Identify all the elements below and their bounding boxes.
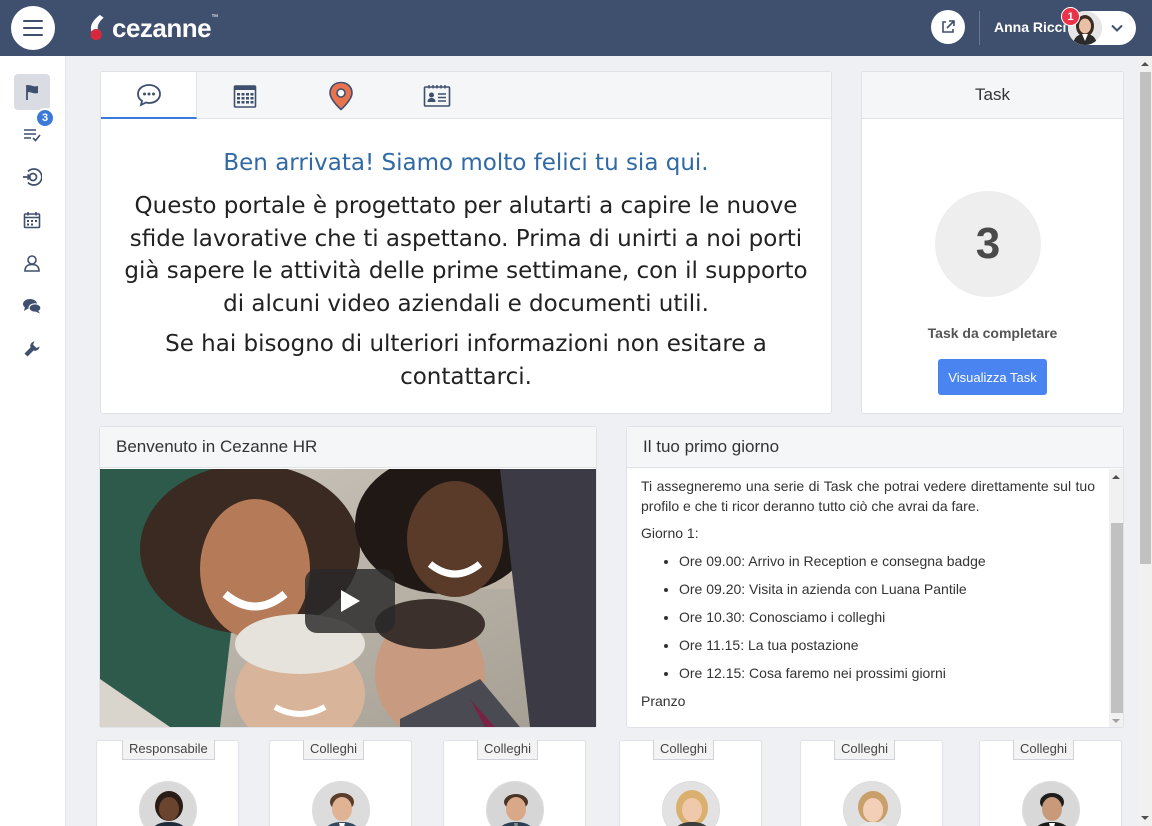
- first-day-card-header: Il tuo primo giorno: [627, 427, 1123, 468]
- chat-icon: [23, 299, 42, 314]
- task-card: Task 3 Task da completare Visualizza Tas…: [861, 71, 1124, 414]
- task-count-label: Task da completare: [927, 325, 1058, 341]
- flag-icon: [26, 85, 38, 100]
- schedule-item: Ore 11.15: La tua postazione: [679, 636, 1095, 656]
- person-role-tag: Colleghi: [653, 740, 714, 760]
- sidebar-item-onboarding[interactable]: [14, 159, 50, 195]
- first-day-intro: Ti assegneremo una serie di Task che pot…: [641, 478, 1095, 514]
- person-card-responsabile[interactable]: Responsabile: [96, 740, 239, 826]
- person-role-tag: Colleghi: [834, 740, 895, 760]
- person-card-colleague[interactable]: Colleghi: [269, 740, 412, 826]
- video-play-button[interactable]: [305, 569, 395, 633]
- task-list-icon: [24, 129, 41, 142]
- person-avatar: [486, 781, 544, 826]
- person-role-tag: Responsabile: [122, 740, 215, 760]
- tab-contacts[interactable]: [389, 72, 485, 119]
- sidebar: 3: [0, 56, 66, 826]
- play-icon: [341, 590, 360, 612]
- external-link-button[interactable]: [931, 10, 965, 44]
- user-name[interactable]: Anna Ricci: [994, 19, 1066, 35]
- contact-card-icon: [423, 84, 451, 107]
- sidebar-item-home[interactable]: [14, 74, 50, 110]
- hamburger-menu-button[interactable]: [11, 6, 55, 50]
- task-count: 3: [935, 191, 1041, 297]
- person-role-tag: Colleghi: [303, 740, 364, 760]
- person-avatar: [312, 781, 370, 826]
- page-scroll-up-icon[interactable]: [1140, 60, 1150, 68]
- person-avatar: [843, 781, 901, 826]
- person-role-tag: Colleghi: [1013, 740, 1074, 760]
- task-card-header: Task: [862, 72, 1123, 119]
- cezanne-logo[interactable]: cezanne ™: [86, 10, 218, 46]
- schedule-item: Ore 12.15: Cosa faremo nei prossimi gior…: [679, 664, 1095, 684]
- page-scroll-down-icon[interactable]: [1140, 814, 1150, 822]
- logo-mark-icon: [90, 14, 104, 41]
- calendar-icon: [23, 212, 41, 229]
- tasks-count-badge: 3: [35, 108, 55, 128]
- location-pin-icon: [329, 81, 353, 111]
- person-role-tag: Colleghi: [477, 740, 538, 760]
- schedule-item: Ore 10.30: Conosciamo i colleghi: [679, 608, 1095, 628]
- sidebar-item-settings[interactable]: [14, 331, 50, 367]
- welcome-tabs: [101, 72, 831, 119]
- logo-trademark: ™: [211, 14, 219, 21]
- page-scroll-thumb[interactable]: [1140, 72, 1151, 564]
- sidebar-item-profile[interactable]: [14, 245, 50, 281]
- person-card-colleague[interactable]: Colleghi: [979, 740, 1122, 826]
- chevron-down-icon[interactable]: [1109, 20, 1125, 36]
- topbar-divider: [979, 11, 980, 45]
- schedule-item: Ore 09.20: Visita in azienda con Luana P…: [679, 580, 1095, 600]
- person-card-colleague[interactable]: Colleghi: [619, 740, 762, 826]
- person-avatar: [139, 781, 197, 826]
- first-day-after: Pranzo: [641, 692, 686, 709]
- schedule-item: Ore 09.00: Arrivo in Reception e consegn…: [679, 552, 1095, 572]
- person-icon: [24, 255, 40, 272]
- welcome-title: Ben arrivata! Siamo molto felici tu sia …: [223, 150, 709, 176]
- person-avatar: [662, 781, 720, 826]
- sidebar-item-calendar[interactable]: [14, 202, 50, 238]
- external-link-icon: [942, 20, 955, 33]
- tab-messages[interactable]: [101, 72, 197, 119]
- first-day-schedule: Ore 09.00: Arrivo in Reception e consegn…: [679, 552, 1095, 684]
- first-day-card: Il tuo primo giorno Ti assegneremo una s…: [626, 426, 1124, 728]
- notification-badge[interactable]: 1: [1061, 7, 1080, 26]
- view-tasks-button[interactable]: Visualizza Task: [938, 359, 1047, 395]
- first-day-day-label: Giorno 1:: [641, 525, 699, 541]
- welcome-video[interactable]: [100, 469, 596, 727]
- onboarding-icon: [23, 168, 42, 186]
- welcome-body-contact: Se hai bisogno di ulteriori informazioni…: [165, 331, 767, 390]
- person-card-colleague[interactable]: Colleghi: [800, 740, 943, 826]
- wrench-icon: [24, 341, 40, 357]
- welcome-body: Questo portale è progettato per alutarti…: [124, 193, 808, 317]
- video-card-header: Benvenuto in Cezanne HR: [100, 427, 596, 468]
- first-day-content[interactable]: Ti assegneremo una serie di Task che pot…: [627, 469, 1109, 727]
- logo-text: cezanne: [112, 12, 212, 43]
- tab-location[interactable]: [293, 72, 389, 119]
- scroll-up-icon[interactable]: [1111, 473, 1121, 481]
- chat-bubble-icon: [136, 83, 161, 107]
- first-day-scroll-thumb[interactable]: [1111, 523, 1123, 713]
- video-card: Benvenuto in Cezanne HR: [99, 426, 597, 728]
- scroll-down-icon[interactable]: [1111, 717, 1121, 725]
- calendar-icon: [233, 84, 257, 108]
- sidebar-item-messages[interactable]: [14, 288, 50, 324]
- top-bar: cezanne ™ Anna Ricci 1: [0, 0, 1152, 56]
- tab-calendar[interactable]: [197, 72, 293, 119]
- person-card-colleague[interactable]: Colleghi: [443, 740, 586, 826]
- person-avatar: [1022, 781, 1080, 826]
